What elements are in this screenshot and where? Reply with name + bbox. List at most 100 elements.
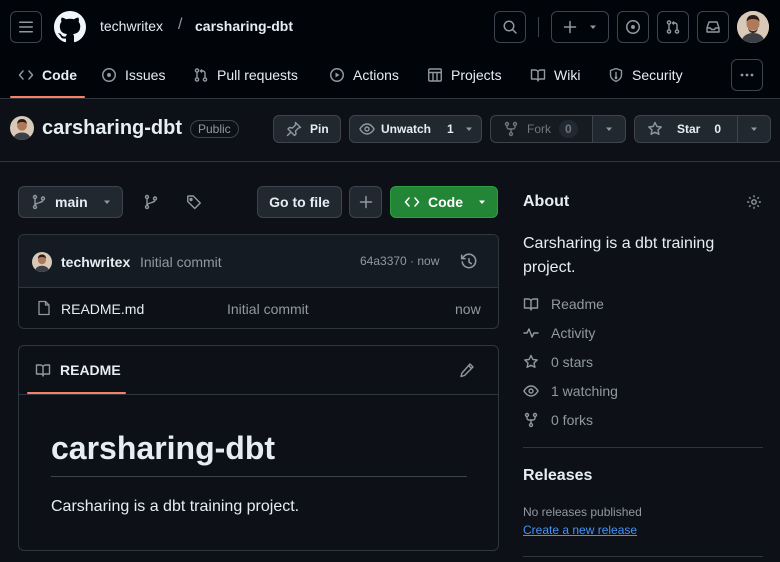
about-item-activity[interactable]: Activity xyxy=(523,325,595,341)
file-commit-time: now xyxy=(455,301,481,317)
pin-label: Pin xyxy=(310,122,329,136)
tab-projects[interactable]: Projects xyxy=(427,66,502,84)
pull-requests-button[interactable] xyxy=(657,11,689,43)
visibility-badge: Public xyxy=(190,120,239,138)
branch-icon xyxy=(32,194,46,210)
code-button[interactable]: Code xyxy=(390,186,498,218)
star-button[interactable]: Star 0 xyxy=(634,115,738,143)
branch-select[interactable]: main xyxy=(18,186,123,218)
star-icon xyxy=(648,121,662,135)
pin-icon xyxy=(286,121,302,137)
book-icon xyxy=(530,69,546,82)
about-item-readme[interactable]: Readme xyxy=(523,296,604,312)
about-description: Carsharing is a dbt training project. xyxy=(523,235,715,276)
tab-security-label: Security xyxy=(632,67,683,83)
tag-icon xyxy=(187,195,201,210)
file-name[interactable]: README.md xyxy=(61,301,144,317)
commit-message[interactable]: Initial commit xyxy=(140,254,222,270)
releases-title[interactable]: Releases xyxy=(523,467,592,485)
pull-request-icon xyxy=(194,68,208,82)
tab-projects-label: Projects xyxy=(451,67,502,83)
fork-label: Fork xyxy=(527,122,551,136)
fork-icon xyxy=(504,121,518,137)
create-release-link[interactable]: Create a new release xyxy=(523,523,637,537)
commit-author[interactable]: techwritex xyxy=(61,254,130,270)
tab-actions[interactable]: Actions xyxy=(329,66,399,84)
unwatch-button[interactable]: Unwatch 1 xyxy=(349,115,482,143)
star-dropdown-button[interactable] xyxy=(737,115,771,143)
owner-avatar xyxy=(10,116,34,140)
watch-count: 1 xyxy=(447,122,454,136)
plus-icon xyxy=(359,195,372,209)
star-label: Star xyxy=(677,122,701,136)
repo-title[interactable]: carsharing-dbt xyxy=(42,117,182,140)
owner-link[interactable]: techwritex xyxy=(100,18,163,34)
commit-author-avatar xyxy=(32,252,52,272)
user-avatar[interactable] xyxy=(737,11,769,43)
about-title: About xyxy=(523,193,570,210)
code-button-label: Code xyxy=(428,194,463,210)
fork-count: 0 xyxy=(559,120,578,138)
search-button[interactable] xyxy=(494,11,526,43)
about-item-stars[interactable]: 0 stars xyxy=(523,354,593,370)
inbox-button[interactable] xyxy=(697,11,729,43)
edit-readme-button[interactable] xyxy=(459,362,475,378)
play-icon xyxy=(330,68,344,82)
inbox-icon xyxy=(706,21,720,33)
add-file-button[interactable] xyxy=(349,186,382,218)
readme-tab[interactable]: README xyxy=(35,362,121,378)
search-icon xyxy=(503,20,517,34)
star-icon xyxy=(524,354,538,368)
pencil-icon xyxy=(460,363,474,378)
github-logo-icon[interactable] xyxy=(54,11,86,43)
create-new-button[interactable] xyxy=(551,11,609,43)
table-icon xyxy=(428,68,442,82)
branches-link[interactable] xyxy=(143,194,159,210)
fork-icon xyxy=(524,412,538,428)
issue-icon xyxy=(626,20,640,34)
menu-button[interactable] xyxy=(10,11,42,43)
tab-issues[interactable]: Issues xyxy=(101,66,165,84)
about-item-readme-label: Readme xyxy=(551,296,604,312)
repo-header-divider xyxy=(0,161,780,162)
book-icon xyxy=(523,298,539,311)
tags-link[interactable] xyxy=(186,194,202,210)
issues-button[interactable] xyxy=(617,11,649,43)
about-item-activity-label: Activity xyxy=(551,325,596,341)
tab-code[interactable]: Code xyxy=(18,66,77,84)
kebab-horizontal-icon xyxy=(740,73,754,77)
tab-pull-requests[interactable]: Pull requests xyxy=(193,66,298,84)
code-icon xyxy=(18,70,34,80)
tab-wiki[interactable]: Wiki xyxy=(530,66,580,84)
repo-link[interactable]: carsharing-dbt xyxy=(195,18,293,34)
pulse-icon xyxy=(523,328,539,338)
caret-down-icon xyxy=(606,127,612,131)
commit-hash-time[interactable]: 64a3370 · now xyxy=(360,254,439,268)
history-button[interactable] xyxy=(460,253,478,271)
more-tabs-button[interactable] xyxy=(731,59,763,91)
branch-name: main xyxy=(55,194,88,210)
readme-body: Carsharing is a dbt training project. xyxy=(51,498,300,515)
about-item-forks[interactable]: 0 forks xyxy=(523,412,593,428)
issue-icon xyxy=(102,68,116,82)
go-to-file-button[interactable]: Go to file xyxy=(257,186,342,218)
shield-icon xyxy=(609,67,623,83)
readme-heading: carsharing-dbt xyxy=(51,430,276,466)
tab-security[interactable]: Security xyxy=(608,66,683,84)
eye-icon xyxy=(359,123,375,135)
tab-pull-requests-label: Pull requests xyxy=(217,67,298,83)
file-commit-message[interactable]: Initial commit xyxy=(227,301,309,317)
about-item-watching-label: 1 watching xyxy=(551,383,618,399)
caret-down-icon xyxy=(590,25,596,29)
fork-dropdown-button[interactable] xyxy=(592,115,626,143)
pin-button[interactable]: Pin xyxy=(273,115,341,143)
readme-heading-rule xyxy=(51,476,467,477)
about-item-watching[interactable]: 1 watching xyxy=(523,383,618,399)
fork-button[interactable]: Fork 0 xyxy=(490,115,593,143)
unwatch-label: Unwatch xyxy=(381,122,432,136)
tab-wiki-label: Wiki xyxy=(554,67,581,83)
readme-divider xyxy=(19,394,498,395)
caret-down-icon xyxy=(751,127,757,131)
header-divider xyxy=(538,17,539,37)
about-settings-button[interactable] xyxy=(746,194,762,210)
